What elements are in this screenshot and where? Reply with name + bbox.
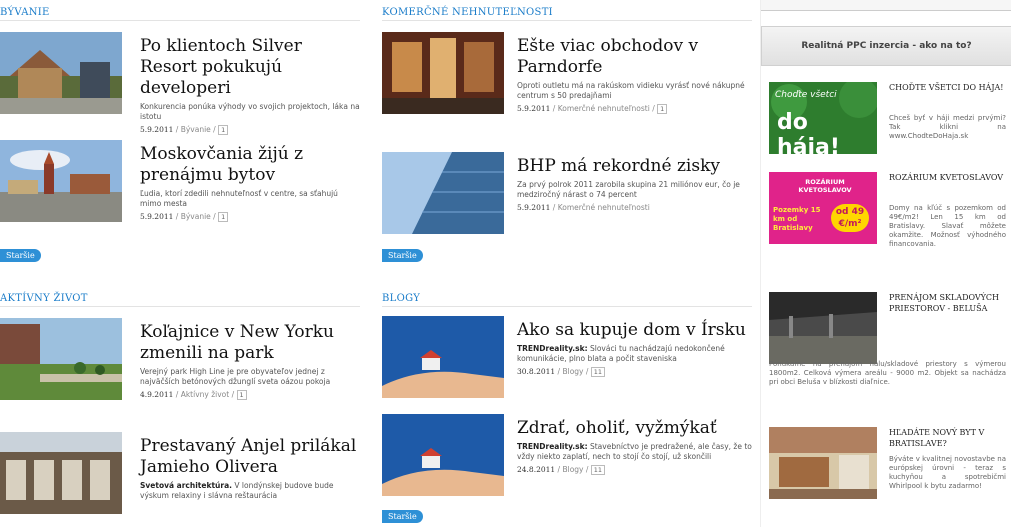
article-thumbnail[interactable] (382, 316, 504, 398)
article-category[interactable]: Aktívny život (181, 390, 230, 399)
article-thumbnail[interactable] (0, 432, 122, 514)
ad-thumbnail[interactable]: ROZÁRIUM KVETOSLAVOV Pozemky 15 km od Br… (769, 172, 877, 244)
article-thumbnail[interactable] (0, 140, 122, 222)
ad-image-brand: ROZÁRIUM KVETOSLAVOV (798, 178, 852, 194)
article-date: 5.9.2011 (517, 203, 551, 212)
ad-item[interactable]: Choďte všetci do hája! CHOĎTE VŠETCI DO … (769, 82, 1006, 162)
perex-lead: TRENDreality.sk: (517, 344, 588, 353)
article-meta: 5.9.2011 / Bývanie / 1 (140, 125, 360, 135)
article-item[interactable]: Koľajnice v New Yorku zmenili na park Ve… (0, 318, 360, 408)
article-date: 5.9.2011 (140, 125, 174, 134)
article-perex: Konkurencia ponúka výhody vo svojich pro… (140, 102, 360, 121)
article-thumbnail[interactable] (382, 152, 504, 234)
article-title[interactable]: Ešte viac obchodov v Parndorfe (517, 36, 752, 78)
ad-image-text: do hája! (777, 110, 840, 154)
comment-count[interactable]: 1 (236, 390, 247, 400)
ppc-header-button[interactable]: Realitná PPC inzercia - ako na to? (761, 26, 1011, 66)
article-title[interactable]: Moskovčania žijú z prenájmu bytov (140, 144, 360, 186)
article-meta: 4.9.2011 / Aktívny život / 1 (140, 390, 360, 400)
ad-text: Domy na kľúč s pozemkom od 49€/m2! Len 1… (889, 204, 1006, 248)
article-item[interactable]: BHP má rekordné zisky Za prvý polrok 201… (382, 152, 752, 252)
comment-count[interactable]: 1 (657, 104, 668, 114)
article-date: 5.9.2011 (517, 104, 551, 113)
ad-text: Býváte v kvalitnej novostavbe na európsk… (889, 455, 1006, 490)
ad-item[interactable]: ROZÁRIUM KVETOSLAVOV Pozemky 15 km od Br… (769, 172, 1006, 290)
article-thumbnail[interactable] (0, 318, 122, 400)
article-meta: 5.9.2011 / Komerčné nehnuteľnosti (517, 203, 650, 212)
older-articles-button[interactable]: Staršie (382, 510, 423, 523)
article-category[interactable]: Komerčné nehnuteľnosti (558, 203, 650, 212)
ad-thumbnail[interactable] (769, 427, 877, 499)
article-thumbnail[interactable] (382, 414, 504, 496)
article-meta: 24.8.2011 / Blogy / 11 (517, 465, 752, 475)
article-item[interactable]: Ešte viac obchodov v Parndorfe Oproti ou… (382, 32, 752, 122)
ad-title[interactable]: ROZÁRIUM KVETOSLAVOV (889, 172, 1006, 183)
ad-image-text: Pozemky 15 km od Bratislavy (773, 206, 821, 232)
article-title[interactable]: Po klientoch Silver Resort pokukujú deve… (140, 36, 360, 99)
comment-count[interactable]: 11 (590, 465, 606, 475)
article-category[interactable]: Blogy (562, 465, 583, 474)
ad-thumbnail[interactable]: Choďte všetci do hája! (769, 82, 877, 154)
section-header-blogy[interactable]: BLOGY (382, 292, 752, 307)
ad-title[interactable]: HĽADÁTE NOVÝ BYT V BRATISLAVE? (889, 427, 1006, 449)
article-meta: 5.9.2011 / Bývanie / 1 (140, 212, 360, 222)
article-title[interactable]: Koľajnice v New Yorku zmenili na park (140, 322, 360, 364)
article-perex: TRENDreality.sk: Stavebníctvo je predraž… (517, 442, 752, 462)
article-category[interactable]: Bývanie (181, 212, 211, 221)
article-item[interactable]: Zdrať, oholiť, vyžmýkať TRENDreality.sk:… (382, 414, 752, 504)
comment-count[interactable]: 1 (218, 212, 229, 222)
older-articles-button[interactable]: Staršie (382, 249, 423, 262)
article-meta: 5.9.2011 / Komerčné nehnuteľnosti / 1 (517, 104, 752, 114)
article-thumbnail[interactable] (0, 32, 122, 114)
article-date: 24.8.2011 (517, 465, 556, 474)
article-thumbnail[interactable] (382, 32, 504, 114)
ad-title[interactable]: CHOĎTE VŠETCI DO HÁJA! (889, 82, 1006, 93)
article-perex: Verejný park High Line je pre obyvateľov… (140, 367, 331, 386)
comment-count[interactable]: 1 (218, 125, 229, 135)
ad-thumbnail[interactable] (769, 292, 877, 364)
ad-image-text: Choďte všetci (775, 90, 837, 100)
section-header-aktivny-zivot[interactable]: AKTÍVNY ŽIVOT (0, 292, 360, 307)
article-title[interactable]: Ako sa kupuje dom v Írsku (517, 320, 752, 341)
article-date: 30.8.2011 (517, 367, 556, 376)
article-date: 4.9.2011 (140, 390, 174, 399)
article-item[interactable]: Prestavaný Anjel prilákal Jamieho Oliver… (0, 432, 360, 527)
article-perex: Oproti outletu má na rakúskom vidieku vy… (517, 81, 745, 100)
article-perex: Svetová architektúra. V londýnskej budov… (140, 481, 360, 501)
older-articles-button[interactable]: Staršie (0, 249, 41, 262)
article-perex: Za prvý polrok 2011 zarobila skupina 21 … (517, 180, 740, 199)
ad-item[interactable]: HĽADÁTE NOVÝ BYT V BRATISLAVE? Býváte v … (769, 427, 1006, 527)
article-category[interactable]: Komerčné nehnuteľnosti (558, 104, 650, 113)
article-title[interactable]: Zdrať, oholiť, vyžmýkať (517, 418, 752, 439)
ad-item[interactable]: PRENÁJOM SKLADOVÝCH PRIESTOROV - BELUŠA … (769, 292, 1006, 412)
ad-text: Chceš byť v háji medzi prvými? Tak klikn… (889, 114, 1006, 140)
article-title[interactable]: BHP má rekordné zisky (517, 156, 752, 177)
article-category[interactable]: Blogy (562, 367, 583, 376)
article-category[interactable]: Bývanie (181, 125, 211, 134)
section-header-komercne[interactable]: KOMERČNÉ NEHNUTEĽNOSTI (382, 6, 752, 21)
article-item[interactable]: Po klientoch Silver Resort pokukujú deve… (0, 32, 360, 135)
sidebar-top-bar (761, 0, 1011, 11)
article-item[interactable]: Moskovčania žijú z prenájmu bytov Ľudia,… (0, 140, 360, 230)
comment-count[interactable]: 11 (590, 367, 606, 377)
perex-lead: TRENDreality.sk: (517, 442, 588, 451)
ad-title[interactable]: PRENÁJOM SKLADOVÝCH PRIESTOROV - BELUŠA (889, 292, 1006, 314)
article-perex: Ľudia, ktorí zdedili nehnuteľnosť v cent… (140, 189, 338, 208)
article-perex: TRENDreality.sk: Slováci tu nachádzajú n… (517, 344, 752, 364)
article-meta: 30.8.2011 / Blogy / 11 (517, 367, 752, 377)
section-header-bývanie[interactable]: BÝVANIE (0, 6, 360, 21)
ad-image-price: od 49 €/m² (831, 204, 869, 232)
article-date: 5.9.2011 (140, 212, 174, 221)
ad-text: Ponúkame na prenájom halu/skladové pries… (769, 360, 1006, 386)
article-item[interactable]: Ako sa kupuje dom v Írsku TRENDreality.s… (382, 316, 752, 406)
article-title[interactable]: Prestavaný Anjel prilákal Jamieho Oliver… (140, 436, 360, 478)
sidebar: Realitná PPC inzercia - ako na to? Choďt… (760, 0, 1011, 527)
perex-lead: Svetová architektúra. (140, 481, 232, 490)
